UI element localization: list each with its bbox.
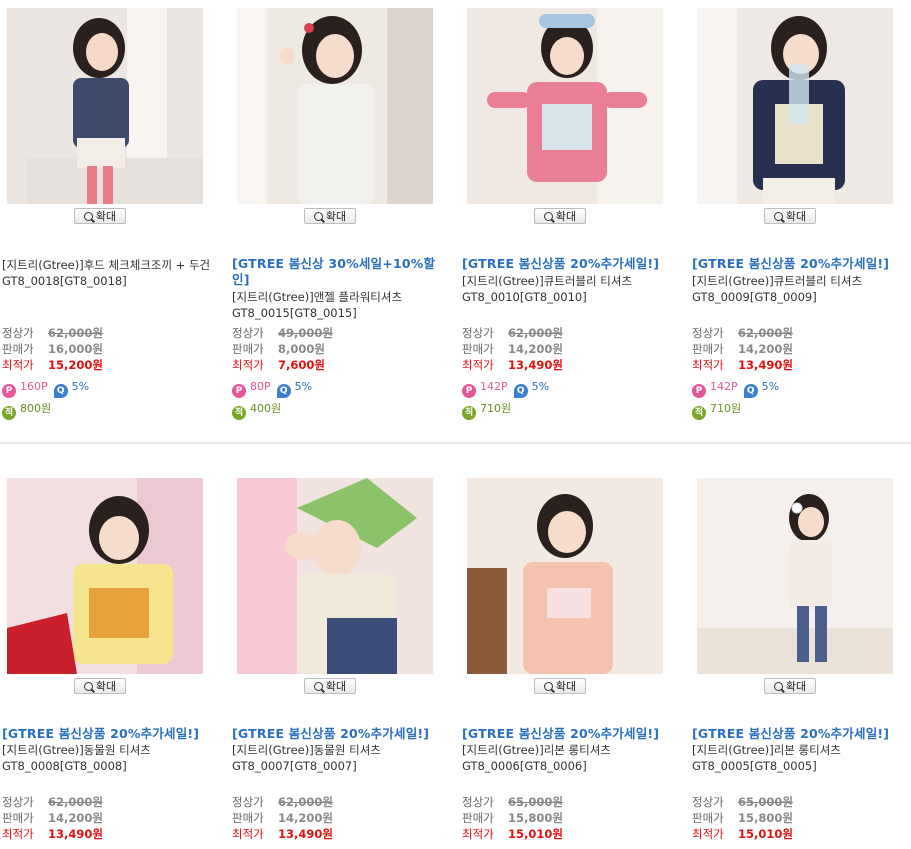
- magnifier-icon: [543, 682, 553, 691]
- price-block: 정상가 62,000원 판매가 14,200원 최적가 13,490원: [2, 794, 103, 842]
- regular-price-row: 정상가 62,000원: [2, 795, 103, 809]
- regular-price-row: 정상가 62,000원: [692, 326, 793, 340]
- product-image[interactable]: [467, 8, 663, 204]
- points-block: P 160P Q 5% 적 800원: [2, 380, 89, 420]
- magnifier-icon: [83, 682, 93, 691]
- coupon-icon: Q: [53, 384, 68, 398]
- product-image[interactable]: [7, 8, 203, 204]
- product-image[interactable]: [7, 478, 203, 674]
- regular-price-row: 정상가 49,000원: [232, 326, 333, 340]
- sale-price-row: 판매가 14,200원: [232, 811, 333, 825]
- sale-price-row: 판매가 8,000원: [232, 342, 325, 356]
- promo-label[interactable]: [GTREE 봄신상품 20%추가세일!]: [692, 256, 907, 272]
- zoom-button[interactable]: 확대: [74, 208, 126, 224]
- magnifier-icon: [773, 682, 783, 691]
- coupon-icon: Q: [513, 384, 528, 398]
- product-name[interactable]: [지트리(Gtree)]앤젤 플라워티셔츠 GT8_0015[GT8_0015]: [232, 289, 447, 321]
- product-name[interactable]: [지트리(Gtree)]동물원 티셔츠 GT8_0008[GT8_0008]: [2, 742, 217, 774]
- product-name[interactable]: [지트리(Gtree)]리본 롱티셔츠 GT8_0006[GT8_0006]: [462, 742, 677, 774]
- magnifier-icon: [313, 682, 323, 691]
- reserve-icon: 적: [692, 406, 706, 420]
- best-price-row: 최적가 13,490원: [692, 358, 793, 372]
- product-name[interactable]: [지트리(Gtree)]리본 롱티셔츠 GT8_0005[GT8_0005]: [692, 742, 907, 774]
- magnifier-icon: [773, 212, 783, 221]
- point-icon: P: [692, 384, 706, 398]
- best-price-row: 최적가 13,490원: [2, 827, 103, 841]
- regular-price-row: 정상가 62,000원: [462, 326, 563, 340]
- point-icon: P: [232, 384, 246, 398]
- best-price-row: 최적가 15,010원: [462, 827, 563, 841]
- sale-price-row: 판매가 14,200원: [2, 811, 103, 825]
- price-block: 정상가 62,000원 판매가 14,200원 최적가 13,490원: [232, 794, 333, 842]
- zoom-button[interactable]: 확대: [304, 208, 356, 224]
- sale-price-row: 판매가 15,800원: [692, 811, 793, 825]
- regular-price-row: 정상가 62,000원: [232, 795, 333, 809]
- product-name[interactable]: [지트리(Gtree)]후드 체크체크조끼 + 두건 GT8_0018[GT8_…: [2, 257, 217, 289]
- zoom-button[interactable]: 확대: [764, 678, 816, 694]
- sale-price-row: 판매가 16,000원: [2, 342, 103, 356]
- points-block: P 80P Q 5% 적 400원: [232, 380, 312, 420]
- price-block: 정상가 49,000원 판매가 8,000원 최적가 7,600원: [232, 325, 333, 373]
- product-image[interactable]: [697, 478, 893, 674]
- promo-label[interactable]: [GTREE 봄신상품 20%추가세일!]: [2, 726, 217, 742]
- zoom-button[interactable]: 확대: [304, 678, 356, 694]
- coupon-icon: Q: [743, 384, 758, 398]
- point-icon: P: [462, 384, 476, 398]
- magnifier-icon: [313, 212, 323, 221]
- zoom-button[interactable]: 확대: [534, 208, 586, 224]
- best-price-row: 최적가 13,490원: [232, 827, 333, 841]
- regular-price-row: 정상가 65,000원: [462, 795, 563, 809]
- zoom-button[interactable]: 확대: [534, 678, 586, 694]
- zoom-button[interactable]: 확대: [74, 678, 126, 694]
- price-block: 정상가 65,000원 판매가 15,800원 최적가 15,010원: [462, 794, 563, 842]
- sale-price-row: 판매가 14,200원: [462, 342, 563, 356]
- regular-price-row: 정상가 62,000원: [2, 326, 103, 340]
- promo-label[interactable]: [GTREE 봄신상품 20%추가세일!]: [692, 726, 907, 742]
- promo-label[interactable]: [GTREE 봄신상품 20%추가세일!]: [462, 726, 677, 742]
- promo-label[interactable]: [GTREE 봄신상품 20%추가세일!]: [462, 256, 677, 272]
- magnifier-icon: [543, 212, 553, 221]
- promo-label[interactable]: [GTREE 봄신상품 20%추가세일!]: [232, 726, 447, 742]
- price-block: 정상가 62,000원 판매가 16,000원 최적가 15,200원: [2, 325, 103, 373]
- reserve-icon: 적: [232, 406, 246, 420]
- point-icon: P: [2, 384, 16, 398]
- best-price-row: 최적가 7,600원: [232, 358, 325, 372]
- price-block: 정상가 65,000원 판매가 15,800원 최적가 15,010원: [692, 794, 793, 842]
- coupon-icon: Q: [276, 384, 291, 398]
- zoom-button[interactable]: 확대: [764, 208, 816, 224]
- points-block: P 142P Q 5% 적 710원: [692, 380, 779, 420]
- sale-price-row: 판매가 14,200원: [692, 342, 793, 356]
- reserve-icon: 적: [462, 406, 476, 420]
- price-block: 정상가 62,000원 판매가 14,200원 최적가 13,490원: [462, 325, 563, 373]
- promo-label[interactable]: [GTREE 봄신상 30%세일+10%할인]: [232, 256, 447, 288]
- product-name[interactable]: [지트리(Gtree)]큐트러블리 티셔츠 GT8_0010[GT8_0010]: [462, 273, 677, 305]
- points-block: P 142P Q 5% 적 710원: [462, 380, 549, 420]
- product-image[interactable]: [237, 8, 433, 204]
- best-price-row: 최적가 15,010원: [692, 827, 793, 841]
- product-name[interactable]: [지트리(Gtree)]동물원 티셔츠 GT8_0007[GT8_0007]: [232, 742, 447, 774]
- sale-price-row: 판매가 15,800원: [462, 811, 563, 825]
- row-divider: [0, 442, 911, 444]
- product-name[interactable]: [지트리(Gtree)]큐트러블리 티셔츠 GT8_0009[GT8_0009]: [692, 273, 907, 305]
- regular-price-row: 정상가 65,000원: [692, 795, 793, 809]
- product-image[interactable]: [237, 478, 433, 674]
- price-block: 정상가 62,000원 판매가 14,200원 최적가 13,490원: [692, 325, 793, 373]
- best-price-row: 최적가 13,490원: [462, 358, 563, 372]
- magnifier-icon: [83, 212, 93, 221]
- best-price-row: 최적가 15,200원: [2, 358, 103, 372]
- product-image[interactable]: [467, 478, 663, 674]
- reserve-icon: 적: [2, 406, 16, 420]
- product-image[interactable]: [697, 8, 893, 204]
